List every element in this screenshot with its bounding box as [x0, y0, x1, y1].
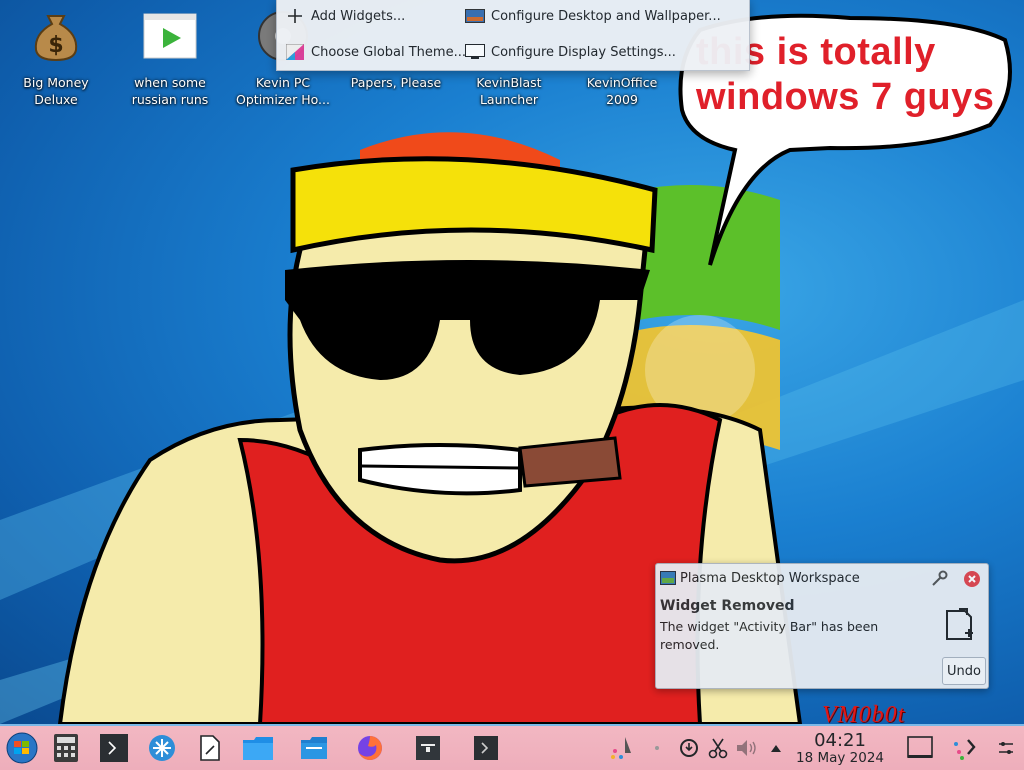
calculator-icon[interactable]	[50, 732, 82, 764]
show-desktop-icon[interactable]	[904, 732, 936, 764]
plasma-app-icon	[660, 570, 676, 586]
video-player-icon	[142, 8, 198, 64]
menu-item-add-widgets[interactable]: Add Widgets...	[285, 4, 405, 28]
desktop-icon-label: KevinOffice 2009	[586, 75, 658, 107]
menu-item-configure-desktop[interactable]: Configure Desktop and Wallpaper...	[465, 4, 721, 28]
money-bag-icon: $	[28, 8, 84, 64]
svg-text:$: $	[48, 33, 63, 58]
desktop-context-menu: Add Widgets... Configure Desktop and Wal…	[276, 0, 750, 71]
document-icon[interactable]	[194, 732, 226, 764]
expand-tray-icon[interactable]	[760, 732, 792, 764]
desktop-icon-big-money-deluxe[interactable]: $ Big Money Deluxe	[6, 8, 106, 108]
notification-body: The widget "Activity Bar" has been remov…	[660, 619, 879, 652]
windows-orb-icon[interactable]	[5, 731, 39, 765]
panel-edit-icon[interactable]	[950, 732, 982, 764]
panel-settings-icon[interactable]	[992, 732, 1020, 764]
scissors-icon[interactable]	[702, 732, 734, 764]
desktop-icon-video[interactable]: when some russian runs a...	[120, 8, 220, 110]
archive-icon[interactable]	[412, 732, 444, 764]
clipboard-icon[interactable]	[641, 732, 673, 764]
clock-time[interactable]: 04:21	[790, 730, 890, 751]
network-icon[interactable]	[146, 732, 178, 764]
undo-button[interactable]: Undo	[942, 657, 986, 685]
desktop-icon-label: KevinBlast Launcher	[476, 75, 542, 107]
folder-icon[interactable]	[242, 732, 274, 764]
menu-item-configure-display[interactable]: Configure Display Settings...	[465, 40, 676, 64]
desktop-icon-label: Big Money Deluxe	[23, 75, 89, 107]
add-document-icon	[944, 606, 978, 642]
plus-icon	[285, 8, 305, 24]
clock-date[interactable]: 18 May 2024	[790, 750, 890, 766]
notification-app-name: Plasma Desktop Workspace	[680, 571, 860, 586]
taskbar: 04:21 18 May 2024	[0, 724, 1024, 770]
firefox-icon[interactable]	[354, 732, 386, 764]
kdeconnect-icon[interactable]	[606, 732, 638, 764]
desktop-icon-label: when some russian runs a...	[131, 75, 209, 110]
updates-icon[interactable]	[673, 732, 705, 764]
close-icon[interactable]	[962, 569, 982, 589]
volume-icon[interactable]	[731, 732, 763, 764]
terminal-icon[interactable]	[98, 732, 130, 764]
notification-popup: Plasma Desktop Workspace Widget Removed …	[655, 563, 989, 689]
menu-item-choose-global-theme[interactable]: Choose Global Theme...	[285, 40, 466, 64]
configure-icon[interactable]	[928, 568, 950, 590]
console-icon[interactable]	[470, 732, 502, 764]
desktop-icon-label: Papers, Please	[350, 75, 442, 90]
notification-title: Widget Removed	[660, 598, 795, 614]
file-manager-icon[interactable]	[298, 732, 330, 764]
desktop-icon-label: Kevin PC Optimizer Ho...	[236, 75, 330, 107]
wallpaper-icon	[465, 8, 485, 24]
display-icon	[465, 44, 485, 60]
theme-icon	[285, 44, 305, 60]
